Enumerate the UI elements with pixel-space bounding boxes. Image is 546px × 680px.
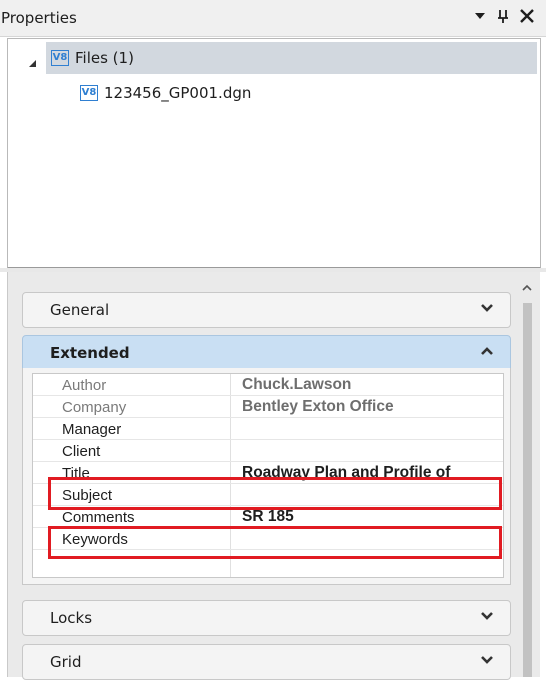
property-value[interactable]: SR 185 — [242, 508, 294, 526]
highlight-box-comments — [48, 526, 502, 559]
property-row-client[interactable]: Client — [33, 440, 503, 462]
file-tree: V8 Files (1) V8 123456_GP001.dgn — [7, 38, 541, 269]
tree-item-dgn-file[interactable]: V8 123456_GP001.dgn — [80, 77, 251, 109]
scrollbar-thumb[interactable] — [523, 303, 532, 677]
v8-file-icon: V8 — [51, 50, 69, 66]
property-key: Client — [62, 443, 101, 460]
close-icon[interactable] — [519, 7, 535, 29]
properties-titlebar: Properties — [0, 0, 546, 37]
panel-menu-dropdown-icon[interactable] — [474, 7, 486, 29]
tree-item-label: Files (1) — [75, 49, 134, 67]
chevron-down-icon — [481, 656, 493, 664]
highlight-box-title — [48, 477, 502, 510]
section-extended-header[interactable]: Extended — [22, 335, 511, 371]
section-grid-header[interactable]: Grid — [22, 644, 511, 680]
pin-icon[interactable] — [497, 7, 509, 29]
chevron-down-icon — [481, 612, 493, 620]
property-key: Manager — [62, 421, 122, 438]
panel-title: Properties — [1, 9, 77, 27]
chevron-up-icon — [481, 347, 493, 355]
expand-collapse-icon[interactable] — [28, 54, 38, 73]
section-label: Locks — [50, 609, 93, 627]
property-value: Bentley Exton Office — [242, 398, 394, 415]
v8-file-icon: V8 — [80, 85, 98, 101]
property-value: Chuck.Lawson — [242, 376, 352, 393]
tree-item-label: 123456_GP001.dgn — [104, 84, 252, 102]
section-locks-header[interactable]: Locks — [22, 600, 511, 636]
section-general-header[interactable]: General — [22, 292, 511, 328]
property-row-manager[interactable]: Manager — [33, 418, 503, 440]
property-row-company[interactable]: Company Bentley Exton Office — [33, 396, 503, 418]
property-key: Author — [62, 377, 107, 394]
section-label: General — [50, 301, 110, 319]
property-row-author[interactable]: Author Chuck.Lawson — [33, 374, 503, 396]
properties-sections: General Extended Author Chuck.Lawson Com… — [7, 272, 540, 680]
property-key: Comments — [62, 509, 135, 526]
scroll-up-icon[interactable] — [519, 281, 535, 295]
chevron-down-icon — [481, 304, 493, 312]
property-key: Company — [62, 399, 127, 416]
tree-item-files[interactable]: V8 Files (1) — [46, 42, 537, 74]
section-label: Grid — [50, 653, 82, 671]
section-label: Extended — [50, 344, 130, 362]
